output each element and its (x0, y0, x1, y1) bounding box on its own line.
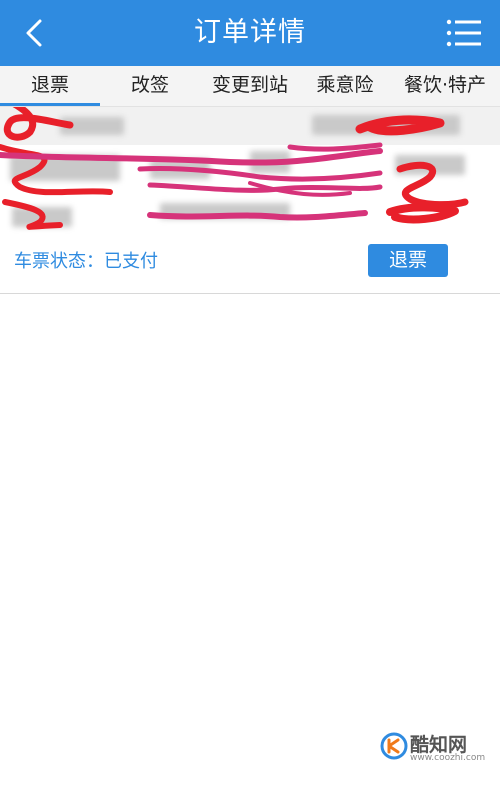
tab-change[interactable]: 改签 (100, 66, 200, 106)
order-detail-screen: 订单详情 退票 改签 变更到站 乘意险 餐饮·特产 车票状态：已支付 退票 酷知… (0, 0, 500, 786)
ticket-status: 车票状态：已支付 (14, 251, 158, 272)
page-title: 订单详情 (194, 17, 306, 48)
menu-button[interactable] (444, 14, 484, 52)
tab-food-specialty[interactable]: 餐饮·特产 (390, 66, 500, 106)
list-menu-icon (446, 19, 481, 47)
top-navbar: 订单详情 (0, 0, 500, 66)
watermark: 酷知网 www.coozhi.com (380, 728, 490, 768)
coozhi-logo-icon (380, 732, 408, 760)
tab-insurance[interactable]: 乘意险 (300, 66, 390, 106)
ticket-card: 车票状态：已支付 退票 (0, 107, 500, 294)
redaction-scribble (0, 107, 469, 230)
back-button[interactable] (14, 13, 54, 53)
chevron-left-icon (26, 19, 42, 47)
action-tabs: 退票 改签 变更到站 乘意险 餐饮·特产 (0, 66, 500, 107)
refund-button[interactable]: 退票 (368, 244, 448, 277)
tab-change-destination[interactable]: 变更到站 (200, 66, 300, 106)
watermark-url: www.coozhi.com (410, 753, 486, 763)
tab-refund[interactable]: 退票 (0, 66, 100, 106)
